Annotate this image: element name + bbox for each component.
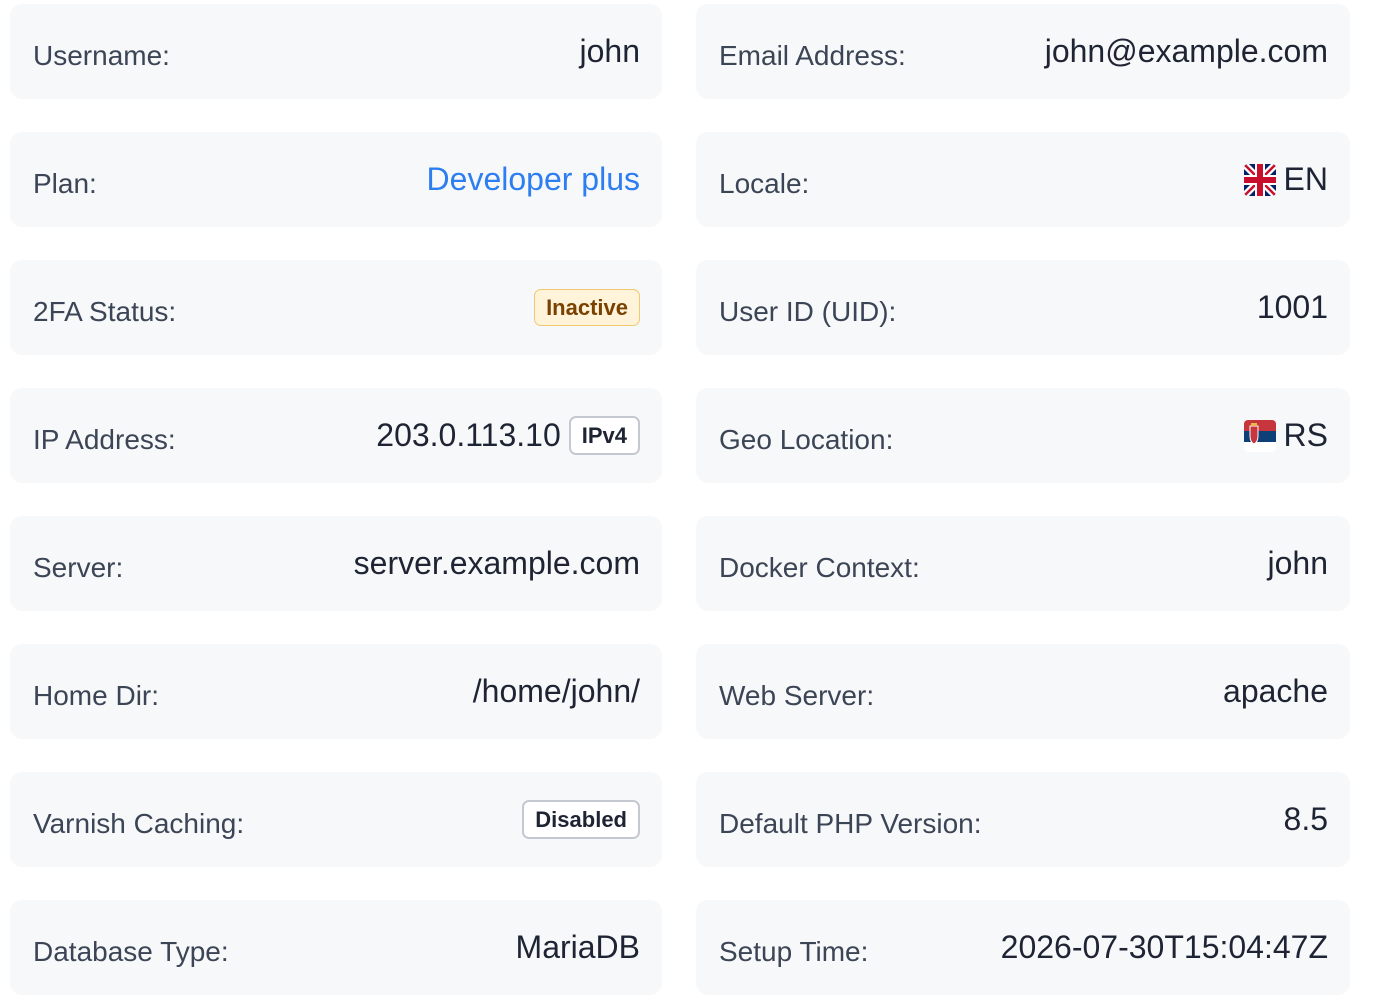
twofa-status-badge: Inactive <box>534 289 640 326</box>
locale-value-wrap: EN <box>1243 161 1328 198</box>
home-label: Home Dir: <box>33 679 160 711</box>
locale-card: Locale: EN <box>696 132 1350 227</box>
twofa-card: 2FA Status: Inactive <box>10 260 662 355</box>
home-value: /home/john/ <box>472 673 640 709</box>
email-label: Email Address: <box>719 39 906 71</box>
account-info-grid: Username: john Email Address: john@examp… <box>10 4 1350 995</box>
serbia-flag-icon <box>1243 419 1276 452</box>
geo-card: Geo Location: RS <box>696 388 1350 483</box>
username-card: Username: john <box>10 4 662 99</box>
plan-card: Plan: Developer plus <box>10 132 662 227</box>
plan-label: Plan: <box>33 167 97 199</box>
webserver-card: Web Server: apache <box>696 644 1350 739</box>
setup-value: 2026-07-30T15:04:47Z <box>1000 929 1328 965</box>
varnish-label: Varnish Caching: <box>33 807 245 839</box>
webserver-label: Web Server: <box>719 679 875 711</box>
ip-card: IP Address: 203.0.113.10 IPv4 <box>10 388 662 483</box>
webserver-value: apache <box>1223 673 1328 709</box>
docker-card: Docker Context: john <box>696 516 1350 611</box>
plan-link[interactable]: Developer plus <box>427 161 640 198</box>
db-value: MariaDB <box>515 929 640 965</box>
setup-label: Setup Time: <box>719 935 869 967</box>
geo-label: Geo Location: <box>719 423 894 455</box>
docker-value: john <box>1267 545 1329 581</box>
ip-label: IP Address: <box>33 423 176 455</box>
php-value: 8.5 <box>1283 801 1328 837</box>
uid-label: User ID (UID): <box>719 295 897 327</box>
docker-label: Docker Context: <box>719 551 920 583</box>
varnish-status-badge: Disabled <box>522 800 640 839</box>
server-value: server.example.com <box>353 545 640 581</box>
uid-card: User ID (UID): 1001 <box>696 260 1350 355</box>
ip-value-wrap: 203.0.113.10 IPv4 <box>376 416 640 455</box>
email-value: john@example.com <box>1044 33 1328 69</box>
locale-value: EN <box>1283 161 1328 197</box>
email-card: Email Address: john@example.com <box>696 4 1350 99</box>
db-label: Database Type: <box>33 935 229 967</box>
home-card: Home Dir: /home/john/ <box>10 644 662 739</box>
php-card: Default PHP Version: 8.5 <box>696 772 1350 867</box>
geo-value-wrap: RS <box>1243 417 1328 454</box>
uid-value: 1001 <box>1256 289 1328 325</box>
uk-flag-icon <box>1243 163 1276 196</box>
db-card: Database Type: MariaDB <box>10 900 662 995</box>
server-label: Server: <box>33 551 124 583</box>
php-label: Default PHP Version: <box>719 807 982 839</box>
twofa-label: 2FA Status: <box>33 295 177 327</box>
server-card: Server: server.example.com <box>10 516 662 611</box>
username-value: john <box>579 33 641 69</box>
ip-version-badge: IPv4 <box>568 416 640 455</box>
setup-card: Setup Time: 2026-07-30T15:04:47Z <box>696 900 1350 995</box>
username-label: Username: <box>33 39 170 71</box>
locale-label: Locale: <box>719 167 810 199</box>
geo-value: RS <box>1283 417 1328 453</box>
ip-value: 203.0.113.10 <box>376 417 561 453</box>
varnish-card: Varnish Caching: Disabled <box>10 772 662 867</box>
